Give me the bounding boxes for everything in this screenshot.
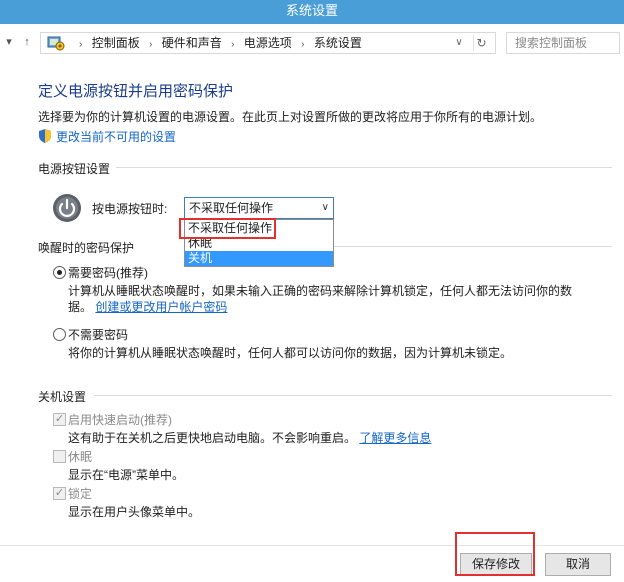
- dropdown-option[interactable]: 不采取任何操作: [185, 221, 333, 236]
- page-description: 选择要为你的计算机设置的电源设置。在此页上对设置所做的更改将应用于你所有的电源计…: [38, 110, 543, 124]
- chevron-down-icon[interactable]: ∨: [451, 35, 467, 51]
- require-password-label[interactable]: 需要密码(推荐): [68, 264, 148, 281]
- window-title-bar: 系统设置: [0, 0, 624, 24]
- search-input[interactable]: 搜索控制面板: [506, 32, 620, 54]
- chevron-right-icon[interactable]: ›: [149, 35, 152, 55]
- power-button-action-select[interactable]: 不采取任何操作 ∨: [184, 197, 334, 219]
- change-account-password-link[interactable]: 创建或更改用户帐户密码: [95, 300, 227, 314]
- lock-checkbox[interactable]: ✓: [53, 487, 66, 500]
- fast-startup-description-text: 这有助于在关机之后更快地启动电脑。不会影响重启。: [68, 431, 357, 445]
- change-unavailable-settings-link[interactable]: 更改当前不可用的设置: [38, 128, 176, 146]
- require-password-description-tail: 据。: [68, 300, 93, 314]
- shutdown-section-heading: 关机设置: [38, 390, 87, 404]
- fast-startup-checkbox[interactable]: ✓: [53, 413, 66, 426]
- section-divider: [94, 395, 612, 396]
- no-password-label[interactable]: 不需要密码: [68, 326, 128, 343]
- fast-startup-description: 这有助于在关机之后更快地启动电脑。不会影响重启。 了解更多信息: [68, 429, 431, 446]
- hibernate-checkbox[interactable]: [53, 450, 66, 463]
- breadcrumb[interactable]: › 控制面板 › 硬件和声音 › 电源选项 › 系统设置 ∨ ↻: [40, 32, 496, 54]
- power-button-label: 按电源按钮时:: [92, 202, 168, 216]
- lock-description: 显示在用户头像菜单中。: [68, 505, 201, 519]
- cancel-button[interactable]: 取消: [545, 553, 611, 576]
- refresh-icon[interactable]: ↻: [473, 35, 489, 51]
- history-dropdown-icon[interactable]: ▾: [2, 34, 16, 50]
- address-bar: ▾ ↑ › 控制面板 › 硬件和声音 › 电源选项 › 系统设置 ∨ ↻ 搜索控…: [0, 30, 624, 56]
- require-password-radio[interactable]: [53, 266, 66, 279]
- require-password-description: 计算机从睡眠状态唤醒时，如果未输入正确的密码来解除计算机锁定，任何人都无法访问你…: [68, 284, 573, 298]
- dropdown-option[interactable]: 休眠: [185, 236, 333, 251]
- breadcrumb-control-panel[interactable]: 控制面板: [92, 33, 140, 53]
- save-button[interactable]: 保存修改: [460, 553, 532, 576]
- footer-divider: [0, 545, 624, 546]
- breadcrumb-system-settings[interactable]: 系统设置: [314, 33, 362, 53]
- require-password-description-line2: 据。 创建或更改用户帐户密码: [68, 298, 227, 315]
- no-password-radio[interactable]: [53, 328, 66, 341]
- lock-label: 锁定: [68, 487, 93, 501]
- dropdown-option-highlighted[interactable]: 关机: [185, 251, 333, 266]
- page-title: 定义电源按钮并启用密码保护: [38, 83, 234, 100]
- learn-more-link[interactable]: 了解更多信息: [359, 431, 431, 445]
- chevron-down-icon: ∨: [321, 202, 329, 213]
- power-icon: [53, 194, 81, 222]
- window-title: 系统设置: [285, 3, 338, 18]
- fast-startup-label: 启用快速启动(推荐): [68, 413, 172, 427]
- power-button-selected-value: 不采取任何操作: [189, 201, 274, 215]
- power-action-dropdown-list: 不采取任何操作 休眠 关机: [184, 219, 334, 267]
- chevron-right-icon[interactable]: ›: [231, 35, 234, 55]
- wake-password-section-heading: 唤醒时的密码保护: [38, 241, 135, 255]
- power-button-section-heading: 电源按钮设置: [38, 162, 111, 176]
- change-link-label[interactable]: 更改当前不可用的设置: [56, 130, 176, 144]
- breadcrumb-hardware-sound[interactable]: 硬件和声音: [162, 33, 222, 53]
- chevron-right-icon: ›: [79, 39, 83, 50]
- chevron-right-icon[interactable]: ›: [301, 35, 304, 55]
- section-divider: [116, 167, 612, 168]
- up-arrow-icon[interactable]: ↑: [20, 34, 34, 50]
- hibernate-label: 休眠: [68, 450, 93, 464]
- no-password-description: 将你的计算机从睡眠状态唤醒时，任何人都可以访问你的数据，因为计算机未锁定。: [68, 346, 513, 360]
- uac-shield-icon: [39, 129, 51, 143]
- breadcrumb-power-options[interactable]: 电源选项: [244, 33, 292, 53]
- hibernate-description: 显示在“电源”菜单中。: [68, 468, 184, 482]
- section-divider: [334, 246, 612, 247]
- control-panel-icon: [47, 36, 65, 51]
